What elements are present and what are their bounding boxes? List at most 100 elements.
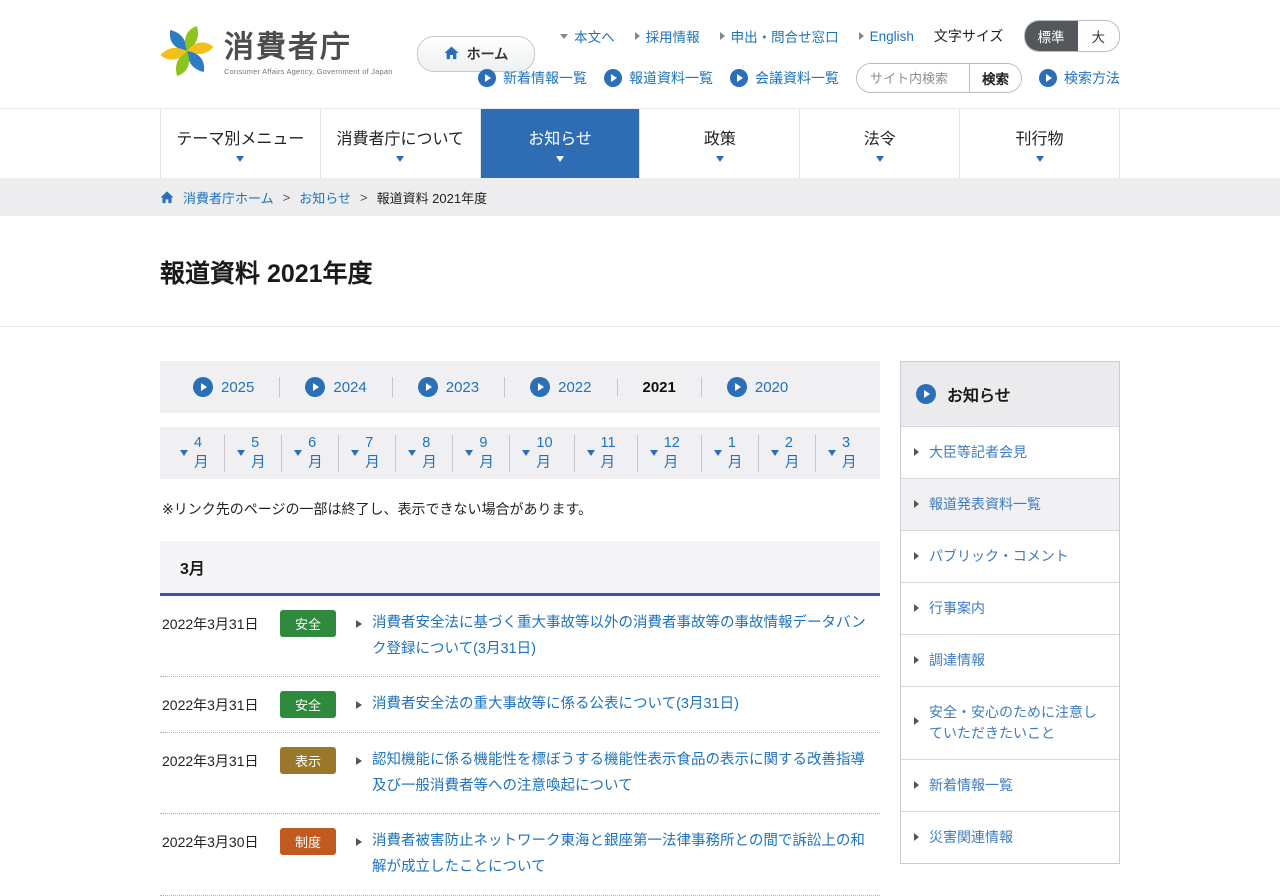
chevron-down-icon	[713, 450, 722, 456]
category-badge-safety: 安全	[280, 691, 336, 719]
nav-tab-news[interactable]: お知らせ	[479, 109, 640, 178]
news-link[interactable]: 消費者安全法の重大事故等に係る公表について(3月31日)	[372, 691, 878, 717]
month-link-9[interactable]: 9月	[452, 434, 509, 472]
month-link-8[interactable]: 8月	[395, 434, 452, 472]
month-link-2[interactable]: 2月	[757, 434, 815, 472]
sidebar-item-safety-caution[interactable]: 安全・安心のために注意していただきたいこと	[901, 686, 1119, 759]
news-link[interactable]: 認知機能に係る機能性を標ぼうする機能性表示食品の表示に関する改善指導及び一般消費…	[372, 747, 878, 799]
nav-tab-label: お知らせ	[528, 131, 592, 148]
year-label: 2023	[445, 378, 480, 396]
nav-tab-label: 政策	[703, 131, 736, 148]
chevron-right-icon	[634, 32, 640, 40]
chevron-right-icon	[914, 500, 919, 508]
month-link-11[interactable]: 11月	[573, 434, 637, 472]
chevron-down-icon	[827, 450, 836, 456]
sidebar-heading-label: お知らせ	[947, 388, 1011, 405]
news-date: 2022年3月30日	[162, 834, 259, 851]
site-header: 消費者庁 Consumer Affairs Agency, Government…	[0, 0, 1280, 108]
month-label: 12月	[663, 434, 680, 471]
new-info-list-link[interactable]: 新着情報一覧	[478, 68, 587, 88]
recruit-label: 採用情報	[645, 30, 700, 45]
page-title: 報道資料 2021年度	[160, 260, 373, 288]
breadcrumb-band: 消費者庁ホーム > お知らせ > 報道資料 2021年度	[0, 178, 1280, 216]
play-circle-icon	[193, 377, 213, 397]
year-link-2020[interactable]: 2020	[700, 377, 813, 397]
chevron-down-icon	[770, 450, 779, 456]
year-link-2024[interactable]: 2024	[279, 377, 391, 397]
agency-logo[interactable]: 消費者庁 Consumer Affairs Agency, Government…	[160, 24, 393, 83]
sidebar-item-public-comment[interactable]: パブリック・コメント	[901, 530, 1119, 582]
month-label: 6月	[308, 434, 323, 471]
press-materials-list-label: 報道資料一覧	[629, 70, 713, 86]
play-circle-icon	[417, 377, 438, 397]
year-link-2025[interactable]: 2025	[168, 377, 279, 397]
search-input[interactable]	[857, 64, 969, 92]
press-materials-list-link[interactable]: 報道資料一覧	[604, 68, 713, 88]
contact-link[interactable]: 申出・問合せ窓口	[719, 26, 839, 46]
play-circle-icon	[478, 69, 496, 87]
recruit-link[interactable]: 採用情報	[634, 26, 700, 46]
breadcrumb-news-link[interactable]: お知らせ	[299, 188, 351, 207]
nav-tab-theme-menu[interactable]: テーマ別メニュー	[160, 109, 320, 178]
site-search: 検索	[856, 63, 1022, 93]
chevron-down-icon	[715, 156, 724, 162]
breadcrumb-home-link[interactable]: 消費者庁ホーム	[183, 188, 274, 207]
year-link-2022[interactable]: 2022	[504, 377, 616, 397]
month-link-5[interactable]: 5月	[224, 434, 281, 472]
nav-tab-label: テーマ別メニュー	[176, 131, 305, 148]
chevron-down-icon	[408, 450, 417, 456]
news-link[interactable]: 消費者安全法に基づく重大事故等以外の消費者事故等の事故情報データバンク登録につい…	[372, 610, 878, 662]
nav-tab-laws[interactable]: 法令	[799, 109, 960, 178]
breadcrumb-current-page: 報道資料 2021年度	[376, 190, 488, 206]
month-label: 11月	[600, 434, 616, 471]
news-date: 2022年3月31日	[162, 697, 259, 714]
year-label: 2021	[642, 378, 676, 396]
year-link-2023[interactable]: 2023	[391, 377, 504, 397]
nav-tab-about-agency[interactable]: 消費者庁について	[319, 109, 480, 178]
nav-tab-policy[interactable]: 政策	[639, 109, 800, 178]
year-tabs: 2025 2024 2023 2022 2021 2020	[160, 361, 880, 413]
year-current-2021: 2021	[616, 378, 701, 396]
month-link-3[interactable]: 3月	[814, 434, 872, 472]
sidebar-item-label: 報道発表資料一覧	[929, 496, 1041, 512]
breadcrumb: 消費者庁ホーム > お知らせ > 報道資料 2021年度	[160, 178, 1120, 216]
month-link-6[interactable]: 6月	[281, 434, 338, 472]
chevron-down-icon	[396, 156, 405, 162]
meeting-materials-list-link[interactable]: 会議資料一覧	[730, 68, 839, 88]
chevron-down-icon	[522, 450, 531, 456]
category-badge-safety: 安全	[280, 610, 336, 637]
home-icon	[160, 190, 174, 204]
month-link-7[interactable]: 7月	[338, 434, 395, 472]
chevron-down-icon	[180, 450, 188, 456]
month-label: 4月	[194, 434, 209, 471]
sidebar-item-press-release-list[interactable]: 報道発表資料一覧	[901, 478, 1119, 530]
year-label: 2020	[754, 378, 789, 396]
agency-name: 消費者庁	[224, 31, 352, 64]
skip-to-content-label: 本文へ	[574, 30, 615, 45]
nav-tab-publications[interactable]: 刊行物	[959, 109, 1120, 178]
month-link-10[interactable]: 10月	[509, 434, 573, 472]
font-size-standard-button[interactable]: 標準	[1024, 21, 1078, 51]
sidebar-item-events[interactable]: 行事案内	[901, 582, 1119, 634]
month-link-1[interactable]: 1月	[700, 434, 758, 472]
month-link-12[interactable]: 12月	[636, 434, 701, 472]
skip-to-content-link[interactable]: 本文へ	[560, 26, 615, 46]
chevron-down-icon	[351, 450, 360, 456]
sidebar-item-press-conference[interactable]: 大臣等記者会見	[901, 426, 1119, 478]
year-label: 2024	[333, 378, 367, 396]
chevron-down-icon	[294, 450, 303, 456]
search-help-link[interactable]: 検索方法	[1039, 68, 1120, 88]
month-label: 5月	[251, 434, 266, 471]
link-expiry-notice: ※リンク先のページの一部は終了し、表示できない場合があります。	[162, 501, 593, 517]
month-label: 3月	[841, 434, 857, 471]
english-link[interactable]: English	[858, 29, 914, 44]
sidebar-item-procurement[interactable]: 調達情報	[901, 634, 1119, 686]
month-link-4[interactable]: 4月	[168, 435, 224, 472]
sidebar-item-new-info-list[interactable]: 新着情報一覧	[901, 759, 1119, 811]
sidebar-item-disaster-info[interactable]: 災害関連情報	[901, 811, 1119, 863]
search-button[interactable]: 検索	[969, 64, 1021, 92]
font-size-large-button[interactable]: 大	[1077, 21, 1119, 51]
news-link[interactable]: 消費者被害防止ネットワーク東海と銀座第一法律事務所との間で訴訟上の和解が成立した…	[372, 828, 878, 880]
sidebar-item-label: 新着情報一覧	[929, 777, 1013, 793]
section-heading-march: 3月	[160, 541, 880, 596]
